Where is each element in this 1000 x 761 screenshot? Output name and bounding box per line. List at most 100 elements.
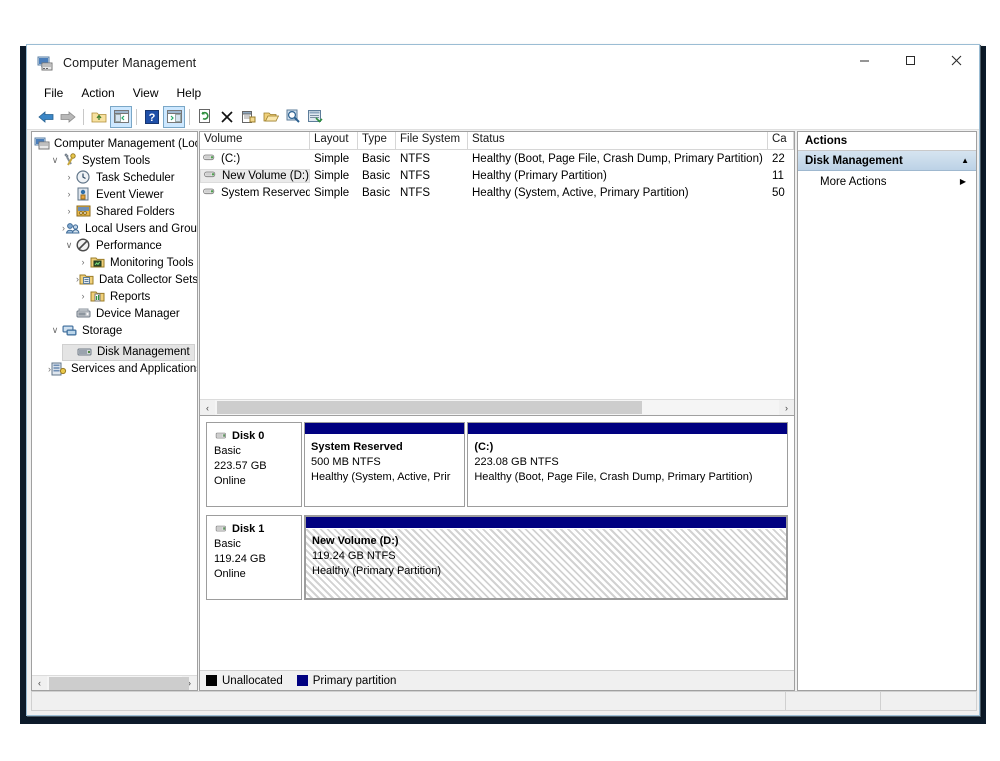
volume-cell-volume: New Volume (D:) bbox=[200, 169, 310, 183]
partition-block[interactable]: (C:) 223.08 GB NTFS Healthy (Boot, Page … bbox=[467, 422, 788, 507]
tree-node-reports[interactable]: › Reports bbox=[76, 288, 197, 305]
help-icon[interactable]: ? bbox=[141, 106, 163, 128]
chevron-down-icon[interactable]: ∨ bbox=[62, 241, 76, 250]
scroll-left-arrow[interactable]: ‹ bbox=[200, 400, 215, 415]
menu-view[interactable]: View bbox=[124, 84, 168, 102]
disk-state: Online bbox=[214, 567, 295, 582]
column-header-layout[interactable]: Layout bbox=[310, 132, 358, 149]
tree-node-device-manager[interactable]: Device Manager bbox=[62, 305, 197, 322]
search-icon[interactable] bbox=[282, 106, 304, 128]
actions-pane: Actions Disk Management ▲ More Actions ▶ bbox=[797, 131, 977, 691]
show-console-tree-icon[interactable] bbox=[110, 106, 132, 128]
volume-row[interactable]: New Volume (D:)SimpleBasicNTFSHealthy (P… bbox=[200, 167, 794, 184]
volume-icon bbox=[202, 187, 217, 198]
scroll-thumb[interactable] bbox=[49, 677, 189, 690]
scroll-right-arrow[interactable]: › bbox=[779, 400, 794, 415]
tree-node-services-and-applications[interactable]: ›Services and Applications bbox=[48, 361, 197, 378]
legend-label: Primary partition bbox=[313, 675, 397, 687]
maximize-button[interactable] bbox=[887, 45, 933, 75]
volume-row[interactable]: (C:)SimpleBasicNTFSHealthy (Boot, Page F… bbox=[200, 150, 794, 167]
volume-cell-volume: System Reserved bbox=[200, 187, 310, 199]
partition-name: System Reserved bbox=[311, 440, 464, 455]
chevron-right-icon[interactable]: › bbox=[62, 207, 76, 216]
volume-cell-layout: Simple bbox=[310, 170, 358, 182]
menu-action[interactable]: Action bbox=[72, 84, 123, 102]
scroll-left-arrow[interactable]: ‹ bbox=[32, 676, 47, 691]
disk-info-panel[interactable]: Disk 0 Basic 223.57 GB Online bbox=[206, 422, 302, 507]
forward-icon[interactable] bbox=[57, 106, 79, 128]
chevron-right-icon[interactable]: › bbox=[76, 258, 90, 267]
chevron-down-icon[interactable]: ∨ bbox=[48, 326, 62, 335]
export-list-icon[interactable] bbox=[304, 106, 326, 128]
action-more-actions[interactable]: More Actions ▶ bbox=[798, 171, 976, 192]
volume-list-horizontal-scrollbar[interactable]: ‹ › bbox=[200, 399, 794, 415]
disk-row: Disk 1 Basic 119.24 GB Online New Volume… bbox=[206, 515, 788, 600]
volume-cell-status: Healthy (System, Active, Primary Partiti… bbox=[468, 187, 768, 199]
scroll-track[interactable] bbox=[215, 400, 779, 415]
tree-node-disk-management[interactable]: Disk Management bbox=[62, 344, 195, 361]
column-header-ca[interactable]: Ca bbox=[768, 132, 794, 149]
minimize-button[interactable] bbox=[841, 45, 887, 75]
tree-node-shared-folders[interactable]: ›Shared Folders bbox=[62, 203, 197, 220]
chevron-right-icon[interactable]: › bbox=[62, 173, 76, 182]
tree-node-label: Services and Applications bbox=[71, 363, 198, 375]
tree-node-task-scheduler[interactable]: ›Task Scheduler bbox=[62, 169, 197, 186]
up-one-level-icon[interactable] bbox=[88, 106, 110, 128]
volume-row[interactable]: System ReservedSimpleBasicNTFSHealthy (S… bbox=[200, 184, 794, 201]
action-label: More Actions bbox=[820, 176, 886, 188]
back-icon[interactable] bbox=[35, 106, 57, 128]
tree-node-data-collector-sets[interactable]: ›Data Collector Sets bbox=[76, 271, 197, 288]
tree-node-system-tools[interactable]: ∨System Tools bbox=[48, 152, 197, 169]
tree-node-event-viewer[interactable]: ›Event Viewer bbox=[62, 186, 197, 203]
open-folder-icon[interactable] bbox=[260, 106, 282, 128]
disk-title: Disk 1 bbox=[214, 522, 295, 537]
console-tree-pane: Computer Management (Local∨System Tools›… bbox=[31, 131, 198, 691]
tree-node-label: Reports bbox=[110, 291, 150, 303]
menu-file[interactable]: File bbox=[35, 84, 72, 102]
tree-node-monitoring-tools[interactable]: ›Monitoring Tools bbox=[76, 254, 197, 271]
column-header-status[interactable]: Status bbox=[468, 132, 768, 149]
volume-list-body: (C:)SimpleBasicNTFSHealthy (Boot, Page F… bbox=[200, 150, 794, 201]
disk-rows: Disk 0 Basic 223.57 GB Online System Res… bbox=[206, 422, 788, 600]
partition-color-bar bbox=[468, 423, 787, 435]
tree-node-label: Data Collector Sets bbox=[99, 274, 198, 286]
partition-block[interactable]: System Reserved 500 MB NTFS Healthy (Sys… bbox=[304, 422, 465, 507]
menu-help[interactable]: Help bbox=[168, 84, 211, 102]
computer-icon bbox=[34, 136, 51, 151]
status-cell-main bbox=[32, 692, 786, 710]
column-header-file-system[interactable]: File System bbox=[396, 132, 468, 149]
disk-name: Disk 0 bbox=[232, 429, 264, 444]
legend-swatch bbox=[206, 675, 217, 686]
volume-cell-volume: (C:) bbox=[200, 153, 310, 165]
properties-icon[interactable] bbox=[238, 106, 260, 128]
tree-node-local-users-and-groups[interactable]: ›Local Users and Groups bbox=[62, 220, 197, 237]
chevron-right-icon[interactable]: › bbox=[76, 292, 90, 301]
scroll-track[interactable] bbox=[47, 676, 182, 691]
volume-cell-capacity: 11 bbox=[768, 170, 794, 182]
tree-node-label: Performance bbox=[96, 240, 162, 252]
close-button[interactable] bbox=[933, 45, 979, 75]
tree-horizontal-scrollbar[interactable]: ‹ › bbox=[32, 675, 197, 690]
actions-group-disk-management[interactable]: Disk Management ▲ bbox=[798, 151, 976, 171]
refresh-icon[interactable] bbox=[194, 106, 216, 128]
disk-size: 119.24 GB bbox=[214, 552, 295, 567]
chevron-right-icon[interactable]: › bbox=[62, 190, 76, 199]
partition-block[interactable]: New Volume (D:) 119.24 GB NTFS Healthy (… bbox=[304, 515, 788, 600]
tree-node-label: Local Users and Groups bbox=[85, 223, 198, 235]
disk-info-panel[interactable]: Disk 1 Basic 119.24 GB Online bbox=[206, 515, 302, 600]
tree-node-storage[interactable]: ∨Storage bbox=[48, 322, 197, 339]
delete-icon[interactable] bbox=[216, 106, 238, 128]
column-header-volume[interactable]: Volume bbox=[200, 132, 310, 149]
tree-node-performance[interactable]: ∨ Performance bbox=[62, 237, 197, 254]
collapse-caret-icon[interactable]: ▲ bbox=[961, 156, 969, 165]
tree-node-computer-management-local[interactable]: Computer Management (Local bbox=[34, 135, 197, 152]
scroll-thumb[interactable] bbox=[217, 401, 642, 414]
chevron-down-icon[interactable]: ∨ bbox=[48, 156, 62, 165]
column-header-type[interactable]: Type bbox=[358, 132, 396, 149]
folder-report-icon bbox=[90, 289, 107, 304]
submenu-caret-icon: ▶ bbox=[960, 177, 966, 186]
volume-icon bbox=[202, 153, 217, 164]
show-action-pane-icon[interactable] bbox=[163, 106, 185, 128]
partition-details: New Volume (D:) 119.24 GB NTFS Healthy (… bbox=[306, 529, 786, 598]
graphical-disk-view: Disk 0 Basic 223.57 GB Online System Res… bbox=[199, 416, 795, 691]
